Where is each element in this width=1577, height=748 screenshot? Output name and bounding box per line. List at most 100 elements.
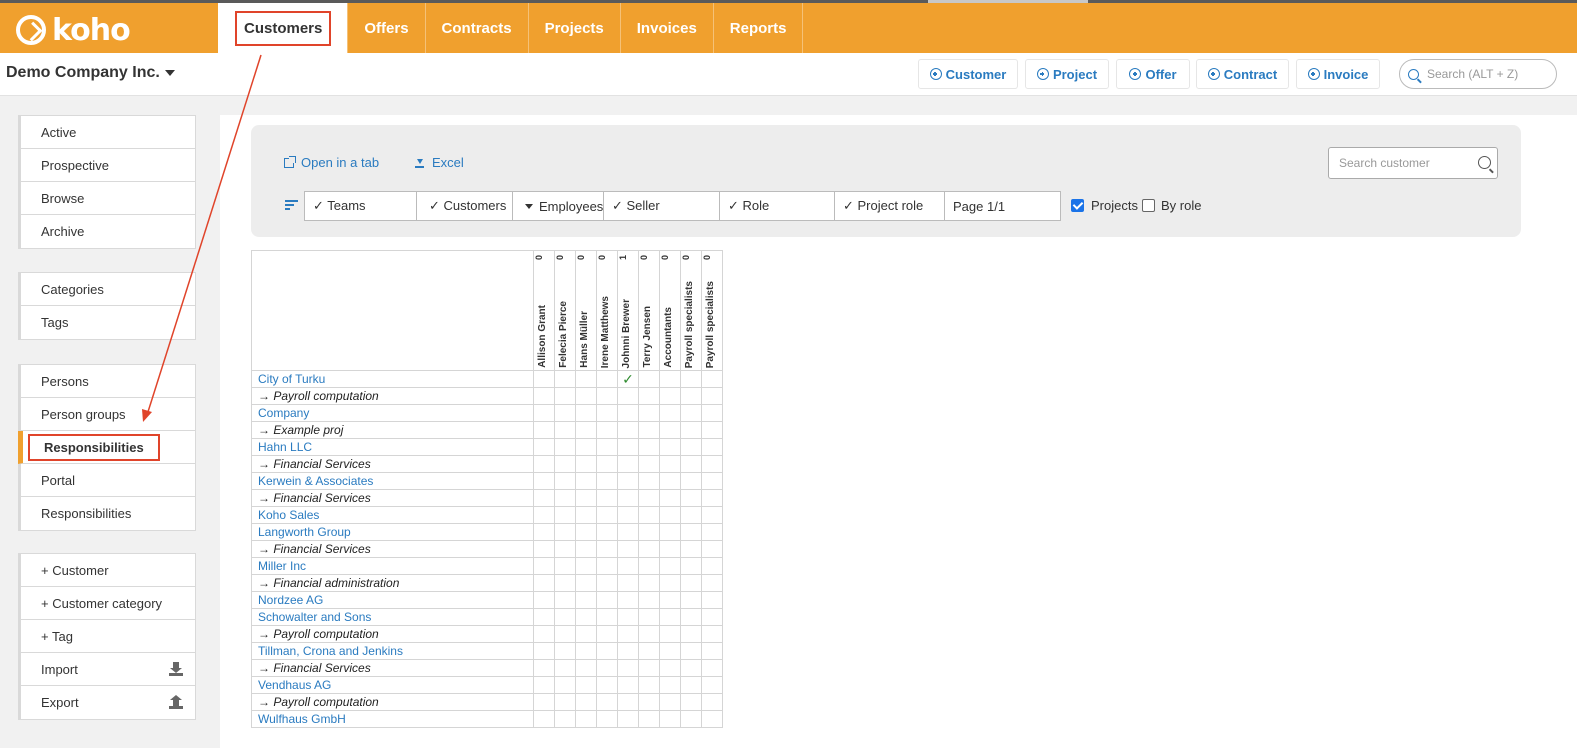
matrix-cell[interactable] (575, 506, 597, 524)
matrix-cell[interactable] (575, 370, 597, 388)
matrix-cell[interactable]: ✓ (617, 370, 639, 388)
nav-projects[interactable]: Projects (527, 3, 620, 53)
matrix-cell[interactable] (575, 387, 597, 405)
matrix-cell[interactable] (596, 387, 618, 405)
matrix-cell[interactable] (638, 506, 660, 524)
matrix-cell[interactable] (659, 557, 681, 575)
matrix-cell[interactable] (701, 421, 723, 439)
customer-link[interactable]: Company (251, 404, 534, 422)
nav-invoices[interactable]: Invoices (619, 3, 713, 53)
matrix-cell[interactable] (533, 387, 555, 405)
sidebar-add-customer-category[interactable]: + Customer category (21, 587, 195, 620)
matrix-cell[interactable] (575, 659, 597, 677)
by-role-checkbox[interactable] (1142, 199, 1155, 212)
matrix-cell[interactable] (596, 506, 618, 524)
matrix-cell[interactable] (596, 421, 618, 439)
matrix-cell[interactable] (638, 540, 660, 558)
matrix-cell[interactable] (596, 574, 618, 592)
nav-customers[interactable]: Customers (218, 3, 348, 53)
matrix-cell[interactable] (617, 404, 639, 422)
matrix-cell[interactable] (554, 676, 576, 694)
matrix-cell[interactable] (701, 387, 723, 405)
company-selector[interactable]: Demo Company Inc. (6, 64, 175, 82)
matrix-cell[interactable] (659, 591, 681, 609)
matrix-cell[interactable] (596, 489, 618, 507)
matrix-cell[interactable] (533, 642, 555, 660)
matrix-cell[interactable] (533, 438, 555, 456)
matrix-cell[interactable] (680, 642, 702, 660)
matrix-cell[interactable] (659, 659, 681, 677)
sidebar-export[interactable]: Export (21, 686, 195, 719)
matrix-cell[interactable] (680, 387, 702, 405)
matrix-cell[interactable] (575, 404, 597, 422)
matrix-cell[interactable] (554, 489, 576, 507)
matrix-cell[interactable] (617, 472, 639, 490)
global-search-input[interactable]: Search (ALT + Z) (1399, 59, 1557, 89)
matrix-cell[interactable] (596, 608, 618, 626)
nav-contracts[interactable]: Contracts (424, 3, 528, 53)
matrix-cell[interactable] (575, 608, 597, 626)
matrix-cell[interactable] (701, 676, 723, 694)
matrix-cell[interactable] (659, 489, 681, 507)
matrix-cell[interactable] (680, 676, 702, 694)
matrix-cell[interactable] (575, 710, 597, 728)
matrix-cell[interactable] (596, 404, 618, 422)
matrix-cell[interactable] (701, 625, 723, 643)
matrix-cell[interactable] (617, 676, 639, 694)
matrix-cell[interactable] (533, 608, 555, 626)
customer-link[interactable]: Hahn LLC (251, 438, 534, 456)
matrix-cell[interactable] (533, 710, 555, 728)
matrix-cell[interactable] (638, 404, 660, 422)
matrix-cell[interactable] (680, 404, 702, 422)
matrix-cell[interactable] (575, 693, 597, 711)
matrix-cell[interactable] (554, 574, 576, 592)
sidebar-item-portal[interactable]: Portal (21, 464, 195, 497)
sort-icon[interactable] (285, 200, 298, 210)
matrix-cell[interactable] (596, 591, 618, 609)
matrix-cell[interactable] (659, 506, 681, 524)
customer-link[interactable]: Miller Inc (251, 557, 534, 575)
matrix-cell[interactable] (617, 506, 639, 524)
matrix-cell[interactable] (680, 710, 702, 728)
quick-add-contract-button[interactable]: Contract (1196, 59, 1289, 89)
matrix-cell[interactable] (701, 608, 723, 626)
matrix-cell[interactable] (659, 455, 681, 473)
matrix-cell[interactable] (680, 370, 702, 388)
matrix-cell[interactable] (659, 472, 681, 490)
matrix-cell[interactable] (680, 591, 702, 609)
matrix-cell[interactable] (617, 438, 639, 456)
filter-seller[interactable]: ✓ Seller (603, 191, 720, 221)
sidebar-add-customer[interactable]: + Customer (21, 554, 195, 587)
filter-teams[interactable]: ✓ Teams (304, 191, 417, 221)
matrix-cell[interactable] (617, 625, 639, 643)
projects-checkbox[interactable] (1071, 199, 1084, 212)
matrix-cell[interactable] (575, 557, 597, 575)
matrix-cell[interactable] (533, 370, 555, 388)
matrix-cell[interactable] (554, 404, 576, 422)
filter-role[interactable]: ✓ Role (719, 191, 835, 221)
matrix-cell[interactable] (554, 387, 576, 405)
matrix-cell[interactable] (638, 625, 660, 643)
matrix-cell[interactable] (575, 438, 597, 456)
matrix-cell[interactable] (701, 523, 723, 541)
matrix-cell[interactable] (680, 659, 702, 677)
sidebar-item-categories[interactable]: Categories (21, 273, 195, 306)
customer-link[interactable]: City of Turku (251, 370, 534, 388)
matrix-cell[interactable] (575, 625, 597, 643)
matrix-cell[interactable] (701, 370, 723, 388)
matrix-cell[interactable] (680, 557, 702, 575)
matrix-cell[interactable] (680, 472, 702, 490)
matrix-cell[interactable] (575, 489, 597, 507)
matrix-cell[interactable] (554, 438, 576, 456)
matrix-cell[interactable] (701, 642, 723, 660)
matrix-cell[interactable] (617, 574, 639, 592)
sidebar-item-browse[interactable]: Browse (21, 182, 195, 215)
matrix-cell[interactable] (575, 574, 597, 592)
matrix-cell[interactable] (554, 540, 576, 558)
matrix-cell[interactable] (701, 540, 723, 558)
matrix-cell[interactable] (554, 506, 576, 524)
customer-link[interactable]: Wulfhaus GmbH (251, 710, 534, 728)
nav-offers[interactable]: Offers (347, 3, 424, 53)
matrix-cell[interactable] (638, 642, 660, 660)
matrix-cell[interactable] (617, 591, 639, 609)
